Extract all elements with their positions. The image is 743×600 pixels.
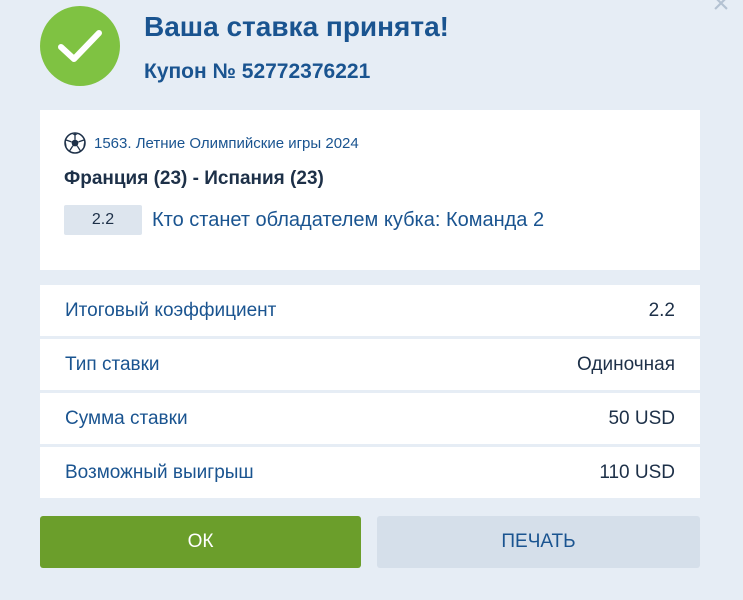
dialog-title: Ваша ставка принята! bbox=[144, 11, 450, 42]
summary-value: 110 USD bbox=[599, 461, 675, 483]
ok-button[interactable]: ОК bbox=[40, 516, 361, 568]
header-text: Ваша ставка принята! Купон № 52772376221 bbox=[144, 6, 449, 85]
coefficient-badge: 2.2 bbox=[64, 205, 142, 235]
summary-label: Возможный выигрыш bbox=[65, 461, 254, 483]
summary-row-possible-win: Возможный выигрыш 110 USD bbox=[40, 447, 700, 498]
bet-summary: Итоговый коэффициент 2.2 Тип ставки Один… bbox=[40, 285, 700, 501]
soccer-ball-icon bbox=[64, 132, 86, 154]
summary-row-stake: Сумма ставки 50 USD bbox=[40, 393, 700, 444]
close-icon[interactable]: × bbox=[707, 0, 735, 19]
market-outcome: Кто станет обладателем кубка: Команда 2 bbox=[152, 208, 545, 231]
coupon-number: Купон № 52772376221 bbox=[144, 60, 371, 83]
bet-accepted-dialog: × Ваша ставка принята! Купон № 527723762… bbox=[0, 0, 743, 600]
summary-value: Одиночная bbox=[577, 353, 675, 375]
bet-row: 2.2 Кто станет обладателем кубка: Команд… bbox=[64, 205, 675, 235]
summary-label: Сумма ставки bbox=[65, 407, 188, 429]
summary-row-bet-type: Тип ставки Одиночная bbox=[40, 339, 700, 390]
summary-label: Итоговый коэффициент bbox=[65, 299, 277, 321]
summary-value: 50 USD bbox=[608, 407, 675, 429]
match-name: Франция (23) - Испания (23) bbox=[64, 168, 324, 189]
dialog-header: Ваша ставка принята! Купон № 52772376221 bbox=[40, 6, 449, 86]
checkmark-icon bbox=[40, 6, 120, 86]
summary-label: Тип ставки bbox=[65, 353, 160, 375]
league-row: 1563. Летние Олимпийские игры 2024 bbox=[64, 132, 675, 154]
summary-value: 2.2 bbox=[648, 299, 675, 321]
league-name: 1563. Летние Олимпийские игры 2024 bbox=[94, 134, 359, 152]
summary-row-total-coefficient: Итоговый коэффициент 2.2 bbox=[40, 285, 700, 336]
event-card: 1563. Летние Олимпийские игры 2024 Франц… bbox=[40, 110, 700, 270]
print-button[interactable]: ПЕЧАТЬ bbox=[377, 516, 700, 568]
